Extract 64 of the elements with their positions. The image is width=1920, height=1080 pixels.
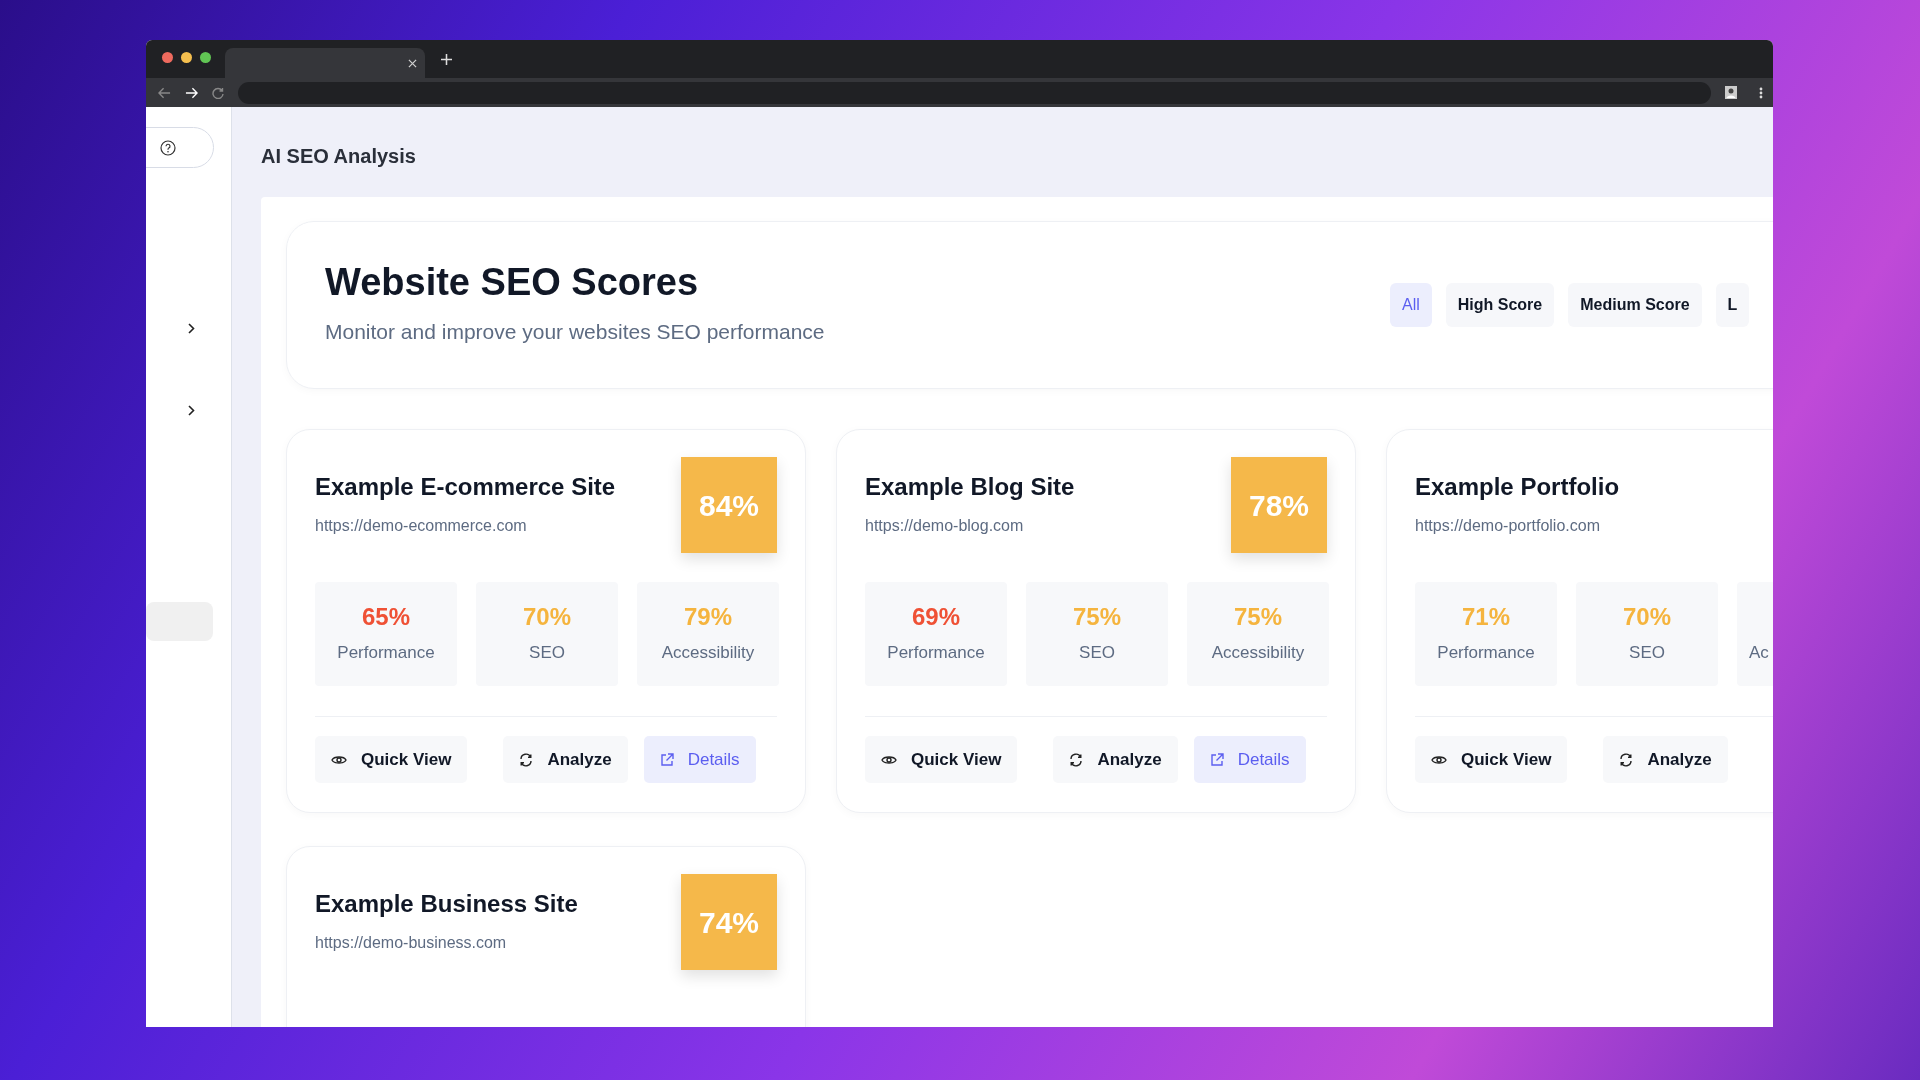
site-url: https://demo-business.com xyxy=(315,932,508,953)
site-url: https://demo-ecommerce.com xyxy=(315,515,528,536)
section-subtitle: Monitor and improve your websites SEO performance xyxy=(325,319,826,346)
site-name: Example Portfolio xyxy=(1415,473,1620,502)
eye-icon xyxy=(881,753,897,766)
maximize-window-button[interactable] xyxy=(200,51,211,63)
metric-value: 70% xyxy=(522,602,571,632)
metric-label: Ac xyxy=(1749,641,1769,664)
metric-label: SEO xyxy=(1079,641,1115,664)
details-button[interactable]: Details xyxy=(643,736,756,783)
metric-value: 70% xyxy=(1622,602,1671,632)
quick-view-button[interactable]: Quick View xyxy=(865,736,1018,783)
site-url: https://demo-blog.com xyxy=(865,515,1025,536)
metric-value: 75% xyxy=(1072,602,1121,632)
external-link-icon xyxy=(1209,752,1224,767)
metric-label: Accessibility xyxy=(1211,641,1305,664)
page-title: AI SEO Analysis xyxy=(261,144,417,169)
forward-icon[interactable] xyxy=(185,86,198,99)
refresh-icon xyxy=(1069,752,1084,767)
metric-value: 65% xyxy=(361,602,410,632)
back-icon[interactable] xyxy=(158,86,171,99)
score-badge: 84% xyxy=(681,457,777,553)
metric-label: SEO xyxy=(1629,641,1665,664)
help-icon xyxy=(160,139,176,156)
analyze-button[interactable]: Analyze xyxy=(503,736,628,783)
quick-view-button[interactable]: Quick View xyxy=(1415,736,1568,783)
refresh-icon xyxy=(1619,752,1634,767)
close-window-button[interactable] xyxy=(162,51,173,63)
chevron-right-icon xyxy=(188,404,195,416)
refresh-icon xyxy=(519,752,534,767)
external-link-icon xyxy=(659,752,674,767)
details-button[interactable]: Details xyxy=(1193,736,1306,783)
filter-tab[interactable]: Medium Score xyxy=(1568,282,1702,328)
score-badge: 74% xyxy=(681,874,777,970)
metric-label: Performance xyxy=(337,641,435,664)
chevron-right-icon xyxy=(188,322,195,334)
filter-tab[interactable]: All xyxy=(1390,282,1432,328)
metric-label: Accessibility xyxy=(661,641,755,664)
metric-value: 75% xyxy=(1233,602,1282,632)
reload-icon[interactable] xyxy=(212,86,224,99)
site-name: Example Business Site xyxy=(315,890,578,919)
metric-value: 79% xyxy=(683,602,732,632)
site-name: Example E-commerce Site xyxy=(315,473,616,502)
site-name: Example Blog Site xyxy=(865,473,1075,502)
site-url: https://demo-portfolio.com xyxy=(1415,515,1601,536)
eye-icon xyxy=(1431,753,1447,766)
section-title: Website SEO Scores xyxy=(325,262,700,305)
minimize-window-button[interactable] xyxy=(181,51,192,63)
analyze-button[interactable]: Analyze xyxy=(1603,736,1728,783)
metric-value: 69% xyxy=(911,602,960,632)
metric-label: Performance xyxy=(1437,641,1535,664)
analyze-button[interactable]: Analyze xyxy=(1053,736,1178,783)
eye-icon xyxy=(331,753,347,766)
filter-tab[interactable]: L xyxy=(1715,282,1750,328)
quick-view-button[interactable]: Quick View xyxy=(315,736,468,783)
filter-tab[interactable]: High Score xyxy=(1445,282,1555,328)
close-icon[interactable] xyxy=(408,58,417,68)
score-badge: 78% xyxy=(1231,457,1327,553)
metric-label: SEO xyxy=(529,641,565,664)
menu-icon[interactable] xyxy=(1759,86,1763,99)
metric-value: 71% xyxy=(1461,602,1510,632)
profile-icon[interactable] xyxy=(1725,86,1737,99)
metric-label: Performance xyxy=(887,641,985,664)
new-tab-icon[interactable] xyxy=(441,53,452,65)
